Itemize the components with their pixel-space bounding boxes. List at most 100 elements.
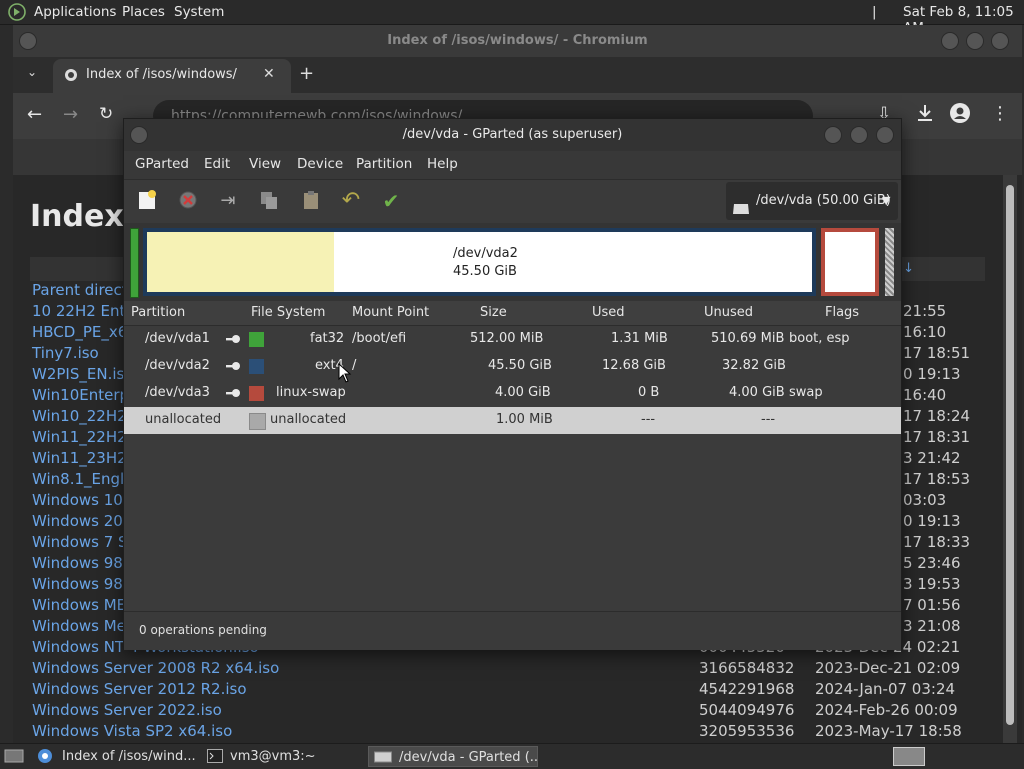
file-date: 17 18:24 — [903, 407, 971, 425]
mount-point: /boot/efi — [352, 331, 407, 346]
back-icon[interactable]: ← — [27, 104, 42, 125]
delete-partition-icon[interactable] — [176, 189, 200, 213]
col-size[interactable]: Size — [480, 305, 507, 320]
applications-menu[interactable]: Applications — [34, 4, 116, 20]
file-link[interactable]: Tiny7.iso — [32, 344, 99, 362]
menu-device[interactable]: Device — [297, 156, 343, 172]
gparted-close-icon[interactable] — [876, 126, 894, 144]
file-date: 21:55 — [903, 302, 947, 320]
show-desktop-icon[interactable] — [4, 748, 24, 764]
file-size: 5044094976 — [699, 701, 795, 719]
col-used[interactable]: Used — [592, 305, 625, 320]
tab-close-icon[interactable]: ✕ — [263, 66, 275, 82]
file-link[interactable]: Win10Enterp — [32, 386, 129, 404]
resize-move-icon[interactable]: ⇥ — [216, 189, 240, 213]
gparted-title-bar[interactable]: /dev/vda - GParted (as superuser) — [124, 119, 901, 151]
file-link[interactable]: Win8.1_Engli — [32, 470, 128, 488]
file-link[interactable]: Windows 10 — [32, 491, 123, 509]
menu-gparted[interactable]: GParted — [135, 156, 189, 172]
file-link[interactable]: Windows Server 2022.iso — [32, 701, 222, 719]
col-flags[interactable]: Flags — [825, 305, 859, 320]
file-link[interactable]: Windows ME — [32, 596, 126, 614]
partition-row[interactable]: /dev/vda1 fat32 /boot/efi 512.00 MiB 1.3… — [124, 326, 901, 353]
forward-icon[interactable]: → — [63, 104, 78, 125]
apply-icon[interactable]: ✔ — [379, 189, 403, 213]
file-link[interactable]: Windows Me — [32, 617, 126, 635]
device-selector[interactable]: /dev/vda (50.00 GiB) ▼ — [726, 182, 898, 220]
minimize-icon[interactable] — [941, 32, 959, 50]
col-filesystem[interactable]: File System — [251, 305, 325, 320]
taskbar-item-gparted[interactable]: /dev/vda - GParted (... — [368, 746, 538, 767]
reload-icon[interactable]: ↻ — [99, 104, 113, 124]
file-link[interactable]: 10 22H2 Ente — [32, 302, 135, 320]
partition-size: 4.00 GiB — [495, 385, 551, 400]
disk-map: /dev/vda2 45.50 GiB — [124, 223, 901, 301]
browser-title-bar[interactable]: Index of /isos/windows/ - Chromium — [13, 25, 1022, 57]
menu-help[interactable]: Help — [427, 156, 458, 172]
menu-view[interactable]: View — [249, 156, 281, 172]
key-icon — [226, 389, 240, 397]
file-link[interactable]: Windows Server 2012 R2.iso — [32, 680, 247, 698]
mouse-pointer-icon — [338, 362, 352, 383]
page-scrollbar[interactable] — [1003, 175, 1017, 743]
download-icon[interactable] — [914, 102, 936, 124]
tab-index[interactable]: Index of /isos/windows/ ✕ — [53, 59, 291, 93]
gparted-statusbar: 0 operations pending — [124, 611, 901, 650]
file-link[interactable]: Windows 98 — [32, 554, 123, 572]
file-date: 3 21:42 — [903, 449, 961, 467]
partition-row[interactable]: /dev/vda3 linux-swap 4.00 GiB 0 B 4.00 G… — [124, 380, 901, 407]
col-unused[interactable]: Unused — [704, 305, 753, 320]
maximize-icon[interactable] — [966, 32, 984, 50]
taskbar-item-terminal[interactable]: vm3@vm3:~ — [202, 746, 364, 767]
fs-type: unallocated — [270, 412, 347, 427]
gparted-maximize-icon[interactable] — [850, 126, 868, 144]
close-window-icon[interactable] — [991, 32, 1009, 50]
partition-row-selected[interactable]: unallocated unallocated 1.00 MiB --- --- — [124, 407, 901, 434]
paste-icon[interactable] — [299, 189, 323, 213]
file-link[interactable]: Windows 98 — [32, 575, 123, 593]
fs-type: fat32 — [310, 331, 345, 346]
partition-unused: 510.69 MiB — [711, 331, 785, 346]
scrollbar-thumb[interactable] — [1006, 185, 1014, 725]
new-partition-icon[interactable] — [135, 189, 159, 213]
file-link[interactable]: W2PIS_EN.is — [32, 365, 124, 383]
menu-dots-icon[interactable]: ⋮ — [991, 103, 1009, 124]
system-menu[interactable]: System — [174, 4, 224, 20]
copy-icon[interactable] — [257, 189, 281, 213]
partition-row[interactable]: /dev/vda2 ext4 / 45.50 GiB 12.68 GiB 32.… — [124, 353, 901, 380]
file-link[interactable]: Windows Server 2008 R2 x64.iso — [32, 659, 279, 677]
browser-window-title: Index of /isos/windows/ - Chromium — [387, 33, 648, 48]
gparted-minimize-icon[interactable] — [824, 126, 842, 144]
disk-icon — [732, 194, 750, 214]
undo-icon[interactable]: ↶ — [339, 189, 363, 213]
new-tab-icon[interactable]: + — [299, 63, 314, 84]
file-link[interactable]: Windows 200 — [32, 512, 132, 530]
file-link[interactable]: Win11_23H2_ — [32, 449, 134, 467]
file-link[interactable]: HBCD_PE_x6 — [32, 323, 127, 341]
vda1-block[interactable] — [130, 228, 139, 298]
file-date: 16:10 — [903, 323, 947, 341]
taskbar-item-chromium[interactable]: Index of /isos/wind... — [32, 746, 200, 767]
gparted-window-menu-icon[interactable] — [130, 126, 148, 144]
menu-partition[interactable]: Partition — [356, 156, 412, 172]
unallocated-block[interactable] — [885, 228, 894, 296]
tab-search-icon[interactable]: ⌄ — [27, 65, 37, 79]
file-date: 7 01:56 — [903, 596, 961, 614]
vda3-block[interactable] — [821, 228, 879, 296]
window-menu-icon[interactable] — [19, 32, 37, 50]
partition-unused: 32.82 GiB — [722, 358, 786, 373]
file-link[interactable]: Windows Vista SP2 x64.iso — [32, 722, 232, 740]
vda2-block[interactable]: /dev/vda2 45.50 GiB — [143, 228, 816, 296]
partition-name: unallocated — [145, 412, 222, 427]
file-link[interactable]: Win10_22H2_ — [32, 407, 134, 425]
profile-icon[interactable] — [950, 103, 970, 123]
file-link[interactable]: Windows 7 S — [32, 533, 128, 551]
distro-logo-icon[interactable] — [8, 3, 26, 21]
menu-edit[interactable]: Edit — [204, 156, 230, 172]
file-link[interactable]: Win11_22H2_ — [32, 428, 134, 446]
places-menu[interactable]: Places — [122, 4, 165, 20]
parent-directory-link[interactable]: Parent direct — [32, 281, 128, 299]
col-mountpoint[interactable]: Mount Point — [352, 305, 429, 320]
workspace-switcher[interactable] — [893, 747, 925, 766]
col-partition[interactable]: Partition — [131, 305, 185, 320]
